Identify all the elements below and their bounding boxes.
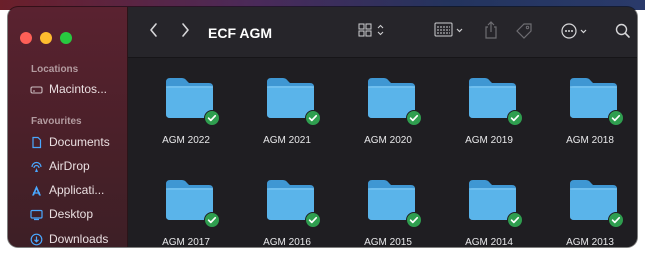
share-icon[interactable] — [484, 20, 498, 43]
folder-item[interactable]: AGM 2022 — [141, 67, 231, 159]
folder-label: AGM 2020 — [364, 135, 412, 146]
toolbar: ECF AGM — [128, 7, 637, 58]
sync-check-icon — [204, 212, 220, 228]
sidebar-item-macintosh[interactable]: Macintos... — [30, 82, 107, 96]
document-icon — [30, 136, 43, 149]
folder-label: AGM 2015 — [364, 237, 412, 247]
more-icon[interactable] — [560, 22, 592, 43]
close-button[interactable] — [20, 32, 32, 44]
sidebar-item-airdrop[interactable]: AirDrop — [30, 159, 90, 173]
search-icon[interactable] — [614, 22, 632, 43]
applications-icon — [30, 184, 43, 197]
sidebar-section-locations: Locations — [31, 64, 79, 75]
tag-icon[interactable] — [514, 22, 534, 43]
sidebar-item-applications[interactable]: Applicati... — [30, 183, 104, 197]
window-title: ECF AGM — [208, 25, 273, 41]
folder-item[interactable]: AGM 2016 — [242, 169, 332, 247]
sync-check-icon — [507, 212, 523, 228]
folder-label: AGM 2018 — [566, 135, 614, 146]
sync-check-icon — [507, 110, 523, 126]
folder-item[interactable]: AGM 2015 — [343, 169, 433, 247]
folder-item[interactable]: AGM 2019 — [444, 67, 534, 159]
folder-item[interactable]: AGM 2013 — [545, 169, 635, 247]
downloads-icon — [30, 233, 43, 246]
minimize-button[interactable] — [40, 32, 52, 44]
finder-window: Locations Macintos... Favourites Documen… — [8, 7, 637, 247]
folder-label: AGM 2022 — [162, 135, 210, 146]
disk-icon — [30, 83, 43, 96]
sidebar-item-label: Applicati... — [49, 183, 105, 197]
sidebar-item-desktop[interactable]: Desktop — [30, 207, 93, 221]
folder-item[interactable]: AGM 2017 — [141, 169, 231, 247]
window-controls — [20, 32, 72, 44]
sidebar-item-label: Macintos... — [49, 82, 108, 96]
sidebar-section-favourites: Favourites — [31, 116, 82, 127]
sync-check-icon — [406, 110, 422, 126]
chevron-right-icon[interactable] — [179, 21, 191, 42]
sync-check-icon — [204, 110, 220, 126]
folder-item[interactable]: AGM 2018 — [545, 67, 635, 159]
sync-check-icon — [406, 212, 422, 228]
folder-label: AGM 2019 — [465, 135, 513, 146]
grid-view-icon[interactable] — [358, 22, 388, 41]
folder-item[interactable]: AGM 2014 — [444, 169, 534, 247]
folder-item[interactable]: AGM 2020 — [343, 67, 433, 159]
folder-grid: AGM 2022 AGM 2021 AGM 2020 AGM 2019 AGM 2018… — [128, 58, 637, 247]
folder-item[interactable]: AGM 2021 — [242, 67, 332, 159]
group-icon[interactable] — [434, 22, 466, 41]
sidebar-item-downloads[interactable]: Downloads — [30, 232, 108, 246]
sync-check-icon — [305, 212, 321, 228]
sidebar-item-label: Downloads — [49, 232, 109, 246]
sync-check-icon — [608, 110, 624, 126]
sidebar-item-documents[interactable]: Documents — [30, 135, 110, 149]
folder-label: AGM 2017 — [162, 237, 210, 247]
zoom-button[interactable] — [60, 32, 72, 44]
chevron-left-icon[interactable] — [148, 21, 160, 42]
folder-label: AGM 2013 — [566, 237, 614, 247]
desktop-icon — [30, 208, 43, 221]
airdrop-icon — [30, 160, 43, 173]
sidebar-item-label: Documents — [49, 135, 110, 149]
folder-label: AGM 2014 — [465, 237, 513, 247]
folder-label: AGM 2016 — [263, 237, 311, 247]
folder-label: AGM 2021 — [263, 135, 311, 146]
sidebar-item-label: AirDrop — [49, 159, 90, 173]
sync-check-icon — [608, 212, 624, 228]
sidebar: Locations Macintos... Favourites Documen… — [8, 7, 128, 247]
sidebar-item-label: Desktop — [49, 207, 94, 221]
sync-check-icon — [305, 110, 321, 126]
